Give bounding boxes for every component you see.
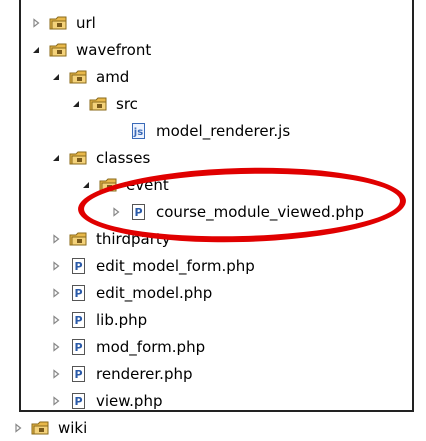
tree-item[interactable]: Pedit_model_form.php <box>48 253 255 279</box>
frame-left-border <box>19 0 21 412</box>
collapsed-arrow-icon[interactable] <box>48 231 64 247</box>
php-file-icon: P <box>68 310 90 330</box>
tree-item-label: mod_form.php <box>96 338 206 356</box>
expanded-arrow-icon[interactable] <box>68 96 84 112</box>
collapsed-arrow-icon[interactable] <box>48 393 64 409</box>
tree-item-label: classes <box>96 149 151 167</box>
tree-item[interactable]: amd <box>48 64 129 90</box>
tree-item-label: url <box>76 14 96 32</box>
tree-item-label: view.php <box>96 392 163 410</box>
tree-item-label: wavefront <box>76 41 152 59</box>
expanded-arrow-icon[interactable] <box>48 150 64 166</box>
php-file-icon: P <box>68 337 90 357</box>
svg-text:P: P <box>74 341 82 354</box>
package-folder-icon <box>68 148 90 168</box>
svg-text:P: P <box>74 287 82 300</box>
expanded-arrow-icon[interactable] <box>28 42 44 58</box>
collapsed-arrow-icon[interactable] <box>48 258 64 274</box>
collapsed-arrow-icon[interactable] <box>48 285 64 301</box>
php-file-icon: P <box>68 256 90 276</box>
frame-right-border <box>412 0 414 412</box>
tree-item-label: lib.php <box>96 311 148 329</box>
collapsed-arrow-icon[interactable] <box>48 312 64 328</box>
expanded-arrow-icon[interactable] <box>78 177 94 193</box>
package-folder-icon <box>68 229 90 249</box>
collapsed-arrow-icon[interactable] <box>48 339 64 355</box>
tree-item[interactable]: Pedit_model.php <box>48 280 212 306</box>
php-file-icon: P <box>68 283 90 303</box>
svg-text:P: P <box>74 314 82 327</box>
php-file-icon: P <box>68 391 90 411</box>
php-file-icon: P <box>68 364 90 384</box>
tree-item[interactable]: Prenderer.php <box>48 361 193 387</box>
collapsed-arrow-icon[interactable] <box>28 15 44 31</box>
tree-item-label: src <box>116 95 138 113</box>
tree-item[interactable]: Pmod_form.php <box>48 334 205 360</box>
tree-item[interactable]: url <box>28 10 96 36</box>
package-folder-icon <box>30 418 52 438</box>
svg-text:P: P <box>74 395 82 408</box>
package-folder-icon <box>68 67 90 87</box>
tree-item[interactable]: wavefront <box>28 37 151 63</box>
js-file-icon: js <box>128 121 150 141</box>
tree-item[interactable]: src <box>68 91 138 117</box>
collapsed-arrow-icon[interactable] <box>48 366 64 382</box>
svg-text:P: P <box>74 260 82 273</box>
tree-item[interactable]: Plib.php <box>48 307 147 333</box>
expanded-arrow-icon[interactable] <box>48 69 64 85</box>
package-folder-icon <box>88 94 110 114</box>
svg-text:js: js <box>133 127 143 138</box>
tree-item-label: amd <box>96 68 130 86</box>
collapsed-arrow-icon[interactable] <box>10 420 26 436</box>
tree-item-label: wiki <box>58 419 88 437</box>
tree-item[interactable]: wiki <box>10 415 87 441</box>
tree-item[interactable]: js model_renderer.js <box>108 118 290 144</box>
tree-item-label: model_renderer.js <box>156 122 291 140</box>
tree-item[interactable]: Pview.php <box>48 388 162 414</box>
package-folder-icon <box>48 13 70 33</box>
tree-item-label: edit_model_form.php <box>96 257 255 275</box>
tree-item-label: renderer.php <box>96 365 193 383</box>
tree-item-label: edit_model.php <box>96 284 213 302</box>
package-folder-icon <box>48 40 70 60</box>
svg-text:P: P <box>74 368 82 381</box>
tree-item[interactable]: classes <box>48 145 150 171</box>
